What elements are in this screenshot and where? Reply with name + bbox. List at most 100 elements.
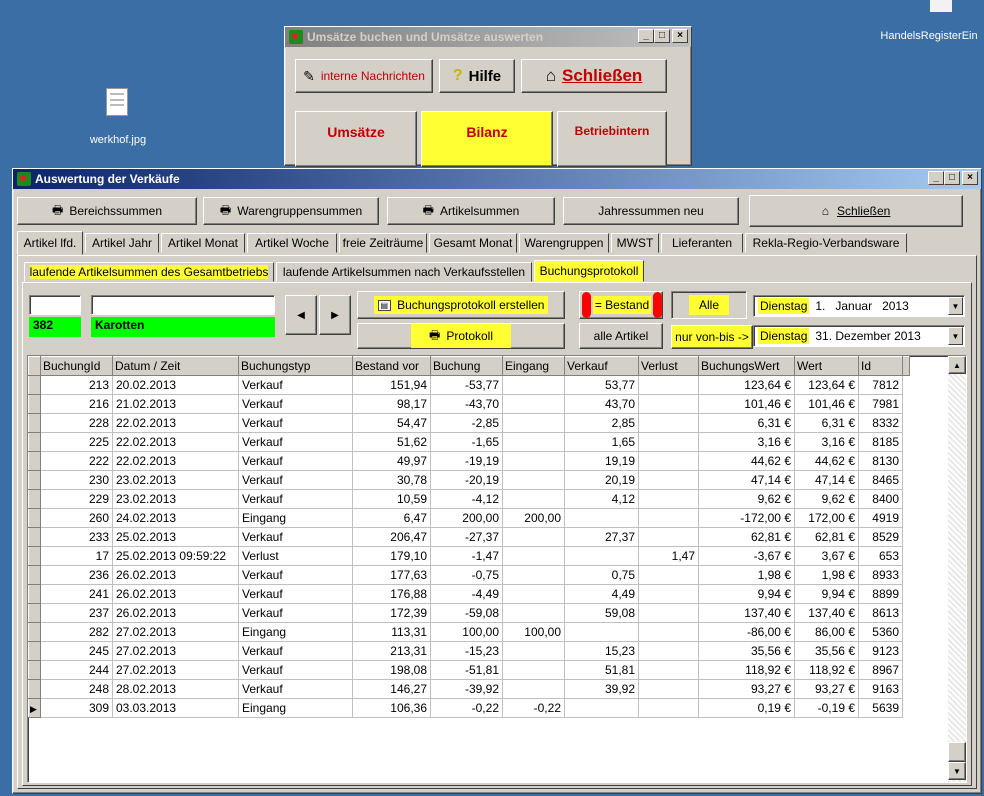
cell-eingang[interactable] (502, 679, 565, 699)
cell-id[interactable]: 8465 (858, 470, 903, 490)
cell-buchungswert[interactable]: -172,00 € (698, 508, 795, 528)
main-schliessen-button[interactable]: ⌂ Schließen (749, 195, 963, 227)
cell-buchungstyp[interactable]: Verkauf (238, 584, 353, 604)
cell-verlust[interactable] (638, 451, 699, 471)
table-row[interactable]: 228 22.02.2013 Verkauf 54,47 -2,85 2,85 6,31 €… (28, 413, 909, 433)
cell-buchungswert[interactable]: 9,62 € (698, 489, 795, 509)
cell-verlust[interactable] (638, 489, 699, 509)
cell-datum-zeit[interactable]: 26.02.2013 (112, 584, 239, 604)
buchungsprotokoll-erstellen-button[interactable]: ▤ Buchungsprotokoll erstellen (357, 291, 565, 319)
row-indicator[interactable] (28, 413, 41, 433)
tab-warengruppen[interactable]: Warengruppen (519, 233, 609, 253)
cell-eingang[interactable] (502, 641, 565, 661)
chevron-down-icon[interactable]: ▼ (948, 327, 963, 345)
cell-id[interactable]: 8185 (858, 432, 903, 452)
cell-buchungswert[interactable]: 6,31 € (698, 413, 795, 433)
cell-buchungswert[interactable]: 101,46 € (698, 394, 795, 414)
cell-buchungstyp[interactable]: Verkauf (238, 603, 353, 623)
cell-buchungid[interactable]: 225 (40, 432, 113, 452)
cell-buchungswert[interactable]: 118,92 € (698, 660, 795, 680)
cell-bestand-vor[interactable]: 213,31 (352, 641, 431, 661)
warengruppensummen-button[interactable]: 🖶 Warengruppensummen (203, 197, 379, 225)
cell-id[interactable]: 4919 (858, 508, 903, 528)
cell-id[interactable]: 8529 (858, 527, 903, 547)
cell-verkauf[interactable]: 20,19 (564, 470, 639, 490)
cell-buchungstyp[interactable]: Verkauf (238, 470, 353, 490)
cell-eingang[interactable] (502, 432, 565, 452)
bereichssummen-button[interactable]: 🖶 Bereichssummen (17, 197, 197, 225)
cell-buchung[interactable]: -19,19 (430, 451, 503, 471)
cell-verkauf[interactable]: 27,37 (564, 527, 639, 547)
cell-wert[interactable]: 47,14 € (794, 470, 859, 490)
cell-bestand-vor[interactable]: 177,63 (352, 565, 431, 585)
cell-datum-zeit[interactable]: 03.03.2013 (112, 698, 239, 718)
cell-buchungstyp[interactable]: Eingang (238, 508, 353, 528)
row-indicator[interactable] (28, 565, 41, 585)
table-row[interactable]: 237 26.02.2013 Verkauf 172,39 -59,08 59,08 137… (28, 603, 909, 623)
cell-eingang[interactable]: 200,00 (502, 508, 565, 528)
article-id-input[interactable] (29, 295, 81, 315)
cell-datum-zeit[interactable]: 25.02.2013 (112, 527, 239, 547)
table-row[interactable]: 244 27.02.2013 Verkauf 198,08 -51,81 51,81 118… (28, 660, 909, 680)
cell-datum-zeit[interactable]: 28.02.2013 (112, 679, 239, 699)
cell-verlust[interactable] (638, 565, 699, 585)
cell-bestand-vor[interactable]: 176,88 (352, 584, 431, 604)
cell-buchungswert[interactable]: 123,64 € (698, 375, 795, 395)
artikelsummen-button[interactable]: 🖶 Artikelsummen (387, 197, 555, 225)
row-indicator[interactable] (28, 603, 41, 623)
cell-buchung[interactable]: -0,75 (430, 565, 503, 585)
cell-buchung[interactable]: -0,22 (430, 698, 503, 718)
cell-id[interactable]: 8899 (858, 584, 903, 604)
cell-buchungswert[interactable]: 9,94 € (698, 584, 795, 604)
scroll-down-button[interactable]: ▼ (948, 762, 966, 780)
column-header-buchungstyp[interactable]: Buchungstyp (238, 356, 353, 376)
cell-bestand-vor[interactable]: 6,47 (352, 508, 431, 528)
cell-verlust[interactable] (638, 584, 699, 604)
cell-eingang[interactable]: -0,22 (502, 698, 565, 718)
maximize-icon[interactable]: □ (654, 29, 670, 43)
cell-bestand-vor[interactable]: 113,31 (352, 622, 431, 642)
cell-buchung[interactable]: -2,85 (430, 413, 503, 433)
cell-verkauf[interactable]: 53,77 (564, 375, 639, 395)
cell-bestand-vor[interactable]: 198,08 (352, 660, 431, 680)
cell-verlust[interactable] (638, 641, 699, 661)
protokoll-button[interactable]: 🖶 Protokoll (357, 323, 565, 349)
cell-verlust[interactable] (638, 375, 699, 395)
cell-eingang[interactable] (502, 527, 565, 547)
cell-buchungswert[interactable]: 47,14 € (698, 470, 795, 490)
cell-buchungstyp[interactable]: Verkauf (238, 660, 353, 680)
cell-verkauf[interactable] (564, 622, 639, 642)
cell-wert[interactable]: 118,92 € (794, 660, 859, 680)
cell-datum-zeit[interactable]: 26.02.2013 (112, 603, 239, 623)
table-row[interactable]: 229 23.02.2013 Verkauf 10,59 -4,12 4,12 9,62 €… (28, 489, 909, 509)
cell-buchungstyp[interactable]: Verkauf (238, 527, 353, 547)
cell-buchungstyp[interactable]: Verlust (238, 546, 353, 566)
nur-von-bis-button[interactable]: nur von-bis -> (671, 325, 753, 349)
cell-buchungstyp[interactable]: Eingang (238, 698, 353, 718)
tab-artikel-jahr[interactable]: Artikel Jahr (85, 233, 159, 253)
next-button[interactable]: ▶ (319, 295, 351, 335)
cell-datum-zeit[interactable]: 22.02.2013 (112, 413, 239, 433)
cell-eingang[interactable] (502, 470, 565, 490)
cell-datum-zeit[interactable]: 27.02.2013 (112, 622, 239, 642)
column-header-datum-zeit[interactable]: Datum / Zeit (112, 356, 239, 376)
scroll-thumb[interactable] (948, 742, 966, 762)
cell-datum-zeit[interactable]: 23.02.2013 (112, 470, 239, 490)
cell-wert[interactable]: 137,40 € (794, 603, 859, 623)
article-name-input[interactable] (91, 295, 275, 315)
cell-bestand-vor[interactable]: 146,27 (352, 679, 431, 699)
cell-datum-zeit[interactable]: 22.02.2013 (112, 451, 239, 471)
cell-verkauf[interactable]: 59,08 (564, 603, 639, 623)
cell-wert[interactable]: 9,94 € (794, 584, 859, 604)
tab-freie-zeitraeume[interactable]: freie Zeiträume (339, 233, 427, 253)
tab-lieferanten[interactable]: Lieferanten (661, 233, 743, 253)
cell-wert[interactable]: 93,27 € (794, 679, 859, 699)
cell-bestand-vor[interactable]: 54,47 (352, 413, 431, 433)
cell-buchungstyp[interactable]: Eingang (238, 622, 353, 642)
cell-buchungid[interactable]: 228 (40, 413, 113, 433)
cell-buchungid[interactable]: 237 (40, 603, 113, 623)
cell-buchungstyp[interactable]: Verkauf (238, 451, 353, 471)
cell-buchung[interactable]: -43,70 (430, 394, 503, 414)
cell-buchung[interactable]: -4,49 (430, 584, 503, 604)
cell-id[interactable]: 8400 (858, 489, 903, 509)
